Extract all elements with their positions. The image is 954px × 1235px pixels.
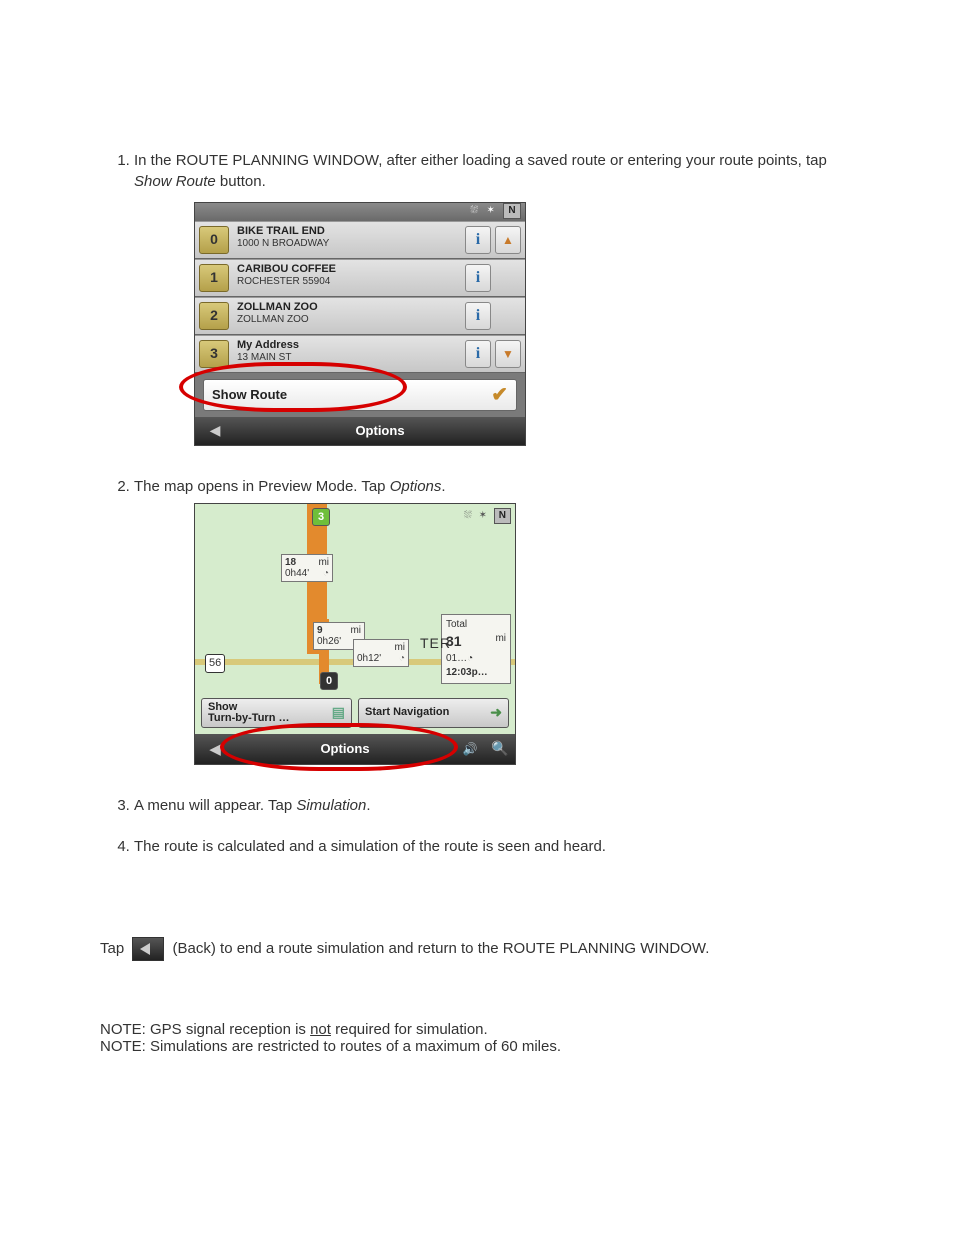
step-4-text: The route is calculated and a simulation… — [134, 838, 606, 855]
turn-by-turn-label: Show Turn-by-Turn … — [208, 702, 289, 724]
step-2-text-c: . — [441, 478, 445, 495]
route-point-row[interactable]: 1 CARIBOU COFFEE ROCHESTER 55904 i — [195, 259, 525, 297]
route-point-row[interactable]: 2 ZOLLMAN ZOO ZOLLMAN ZOO i — [195, 297, 525, 335]
map-label-ter: TER — [420, 634, 451, 654]
gps-icon: ⛆ — [470, 203, 478, 219]
checkmark-icon: ✔ — [491, 381, 508, 409]
step-1-text-a: In the ROUTE PLANNING WINDOW, after eith… — [134, 152, 827, 169]
info-icon[interactable]: i — [465, 264, 491, 292]
segment-info-1: 18 mi 0h44'◔ — [281, 554, 333, 582]
step-4: The route is calculated and a simulation… — [134, 836, 854, 857]
step-1: In the ROUTE PLANNING WINDOW, after eith… — [134, 150, 854, 446]
route-point-number: 3 — [199, 340, 229, 368]
step-3-text-c: . — [366, 797, 370, 814]
route-point-title: ZOLLMAN ZOO — [237, 300, 461, 314]
gps-icon: ⛆ — [464, 509, 472, 523]
search-button[interactable]: 🔍 — [485, 739, 515, 759]
route-point-row[interactable]: 3 My Address 13 MAIN ST i ▼ — [195, 335, 525, 373]
step-1-text-c: button. — [216, 173, 266, 190]
route-planning-screenshot: ⛆ ✶ N 0 BIKE TRAIL END 1000 N BROADWAY i — [194, 202, 534, 446]
show-turn-by-turn-button[interactable]: Show Turn-by-Turn … ▤ — [201, 698, 352, 728]
note-1: NOTE: GPS signal reception is not requir… — [100, 1021, 854, 1038]
options-button[interactable]: Options — [235, 740, 455, 758]
north-indicator: N — [503, 203, 521, 219]
start-navigation-button[interactable]: Start Navigation ➜ — [358, 698, 509, 728]
route-point-title: CARIBOU COFFEE — [237, 262, 461, 276]
segment-info-3: mi 0h12'◔ — [353, 639, 409, 667]
map-status-bar: ⛆ ✶ N — [460, 508, 511, 524]
info-icon[interactable]: i — [465, 226, 491, 254]
instruction-list: In the ROUTE PLANNING WINDOW, after eith… — [100, 150, 854, 857]
step-3-text-a: A menu will appear. Tap — [134, 797, 296, 814]
info-icon[interactable]: i — [465, 302, 491, 330]
route-point-number: 1 — [199, 264, 229, 292]
step-2: The map opens in Preview Mode. Tap Optio… — [134, 476, 854, 765]
route-point-number: 2 — [199, 302, 229, 330]
start-navigation-label: Start Navigation — [365, 705, 449, 720]
total-info-box: Total 31 mi 01…◔ 12:03p… — [441, 614, 511, 684]
scroll-down-button[interactable]: ▼ — [495, 340, 521, 368]
route-point-subtitle: ROCHESTER 55904 — [237, 276, 461, 288]
step-3-button-name: Simulation — [296, 797, 366, 814]
tap-back-instruction: Tap (Back) to end a route simulation and… — [100, 937, 854, 961]
route-point-title: BIKE TRAIL END — [237, 224, 461, 238]
map-bottom-bar: ◀ Options 🔊 🔍 — [195, 734, 515, 764]
step-3: A menu will appear. Tap Simulation. — [134, 795, 854, 816]
route-point-subtitle: 13 MAIN ST — [237, 352, 461, 364]
tapback-text-a: Tap — [100, 940, 128, 957]
back-icon — [132, 937, 164, 961]
signal-icon: ✶ — [479, 509, 487, 523]
back-button[interactable]: ◀ — [195, 421, 235, 441]
route-point-number: 0 — [199, 226, 229, 254]
step-1-button-name: Show Route — [134, 173, 216, 190]
route-shield-56: 56 — [205, 654, 225, 673]
arrow-right-icon: ➜ — [490, 703, 502, 723]
north-indicator: N — [494, 508, 511, 524]
bottom-bar: ◀ Options — [195, 417, 525, 445]
waypoint-pin-3: 3 — [312, 508, 330, 526]
show-route-label: Show Route — [212, 386, 287, 404]
route-point-subtitle: 1000 N BROADWAY — [237, 238, 461, 250]
speaker-button[interactable]: 🔊 — [455, 741, 485, 758]
signal-icon: ✶ — [486, 203, 494, 219]
back-button[interactable]: ◀ — [195, 739, 235, 760]
step-2-text-a: The map opens in Preview Mode. Tap — [134, 478, 390, 495]
tapback-text-b: (Back) to end a route simulation and ret… — [173, 940, 710, 957]
info-icon[interactable]: i — [465, 340, 491, 368]
route-point-title: My Address — [237, 338, 461, 352]
note-2: NOTE: Simulations are restricted to rout… — [100, 1038, 854, 1055]
step-2-button-name: Options — [390, 478, 442, 495]
route-point-subtitle: ZOLLMAN ZOO — [237, 314, 461, 326]
map-preview-screenshot: ⛆ ✶ N 3 0 18 mi 0h44'◔ 9 mi 0h — [194, 503, 524, 765]
route-point-row[interactable]: 0 BIKE TRAIL END 1000 N BROADWAY i ▲ — [195, 221, 525, 259]
show-route-button[interactable]: Show Route ✔ — [203, 379, 517, 411]
options-button[interactable]: Options — [235, 422, 525, 440]
list-icon: ▤ — [332, 703, 345, 723]
notes-section: NOTE: GPS signal reception is not requir… — [100, 1021, 854, 1055]
status-bar: ⛆ ✶ N — [195, 203, 525, 221]
waypoint-pin-0: 0 — [320, 672, 338, 690]
scroll-up-button[interactable]: ▲ — [495, 226, 521, 254]
